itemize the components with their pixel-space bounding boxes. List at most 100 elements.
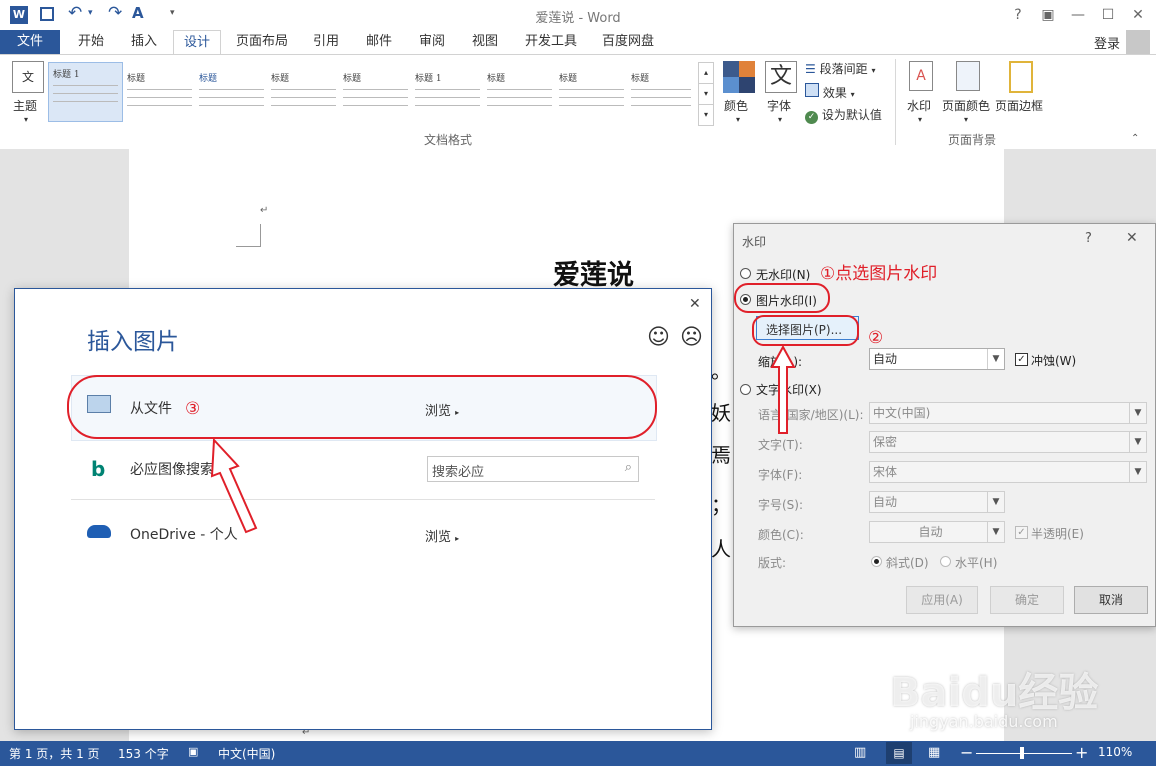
search-icon[interactable]: ⌕: [625, 460, 632, 475]
chevron-down-icon: ▾: [871, 66, 876, 75]
zoom-out-button[interactable]: −: [960, 743, 973, 762]
semitransparent-checkbox[interactable]: ✓: [1015, 526, 1028, 539]
text-label: 文字(T):: [758, 438, 803, 452]
ribbon-tabs: 文件 开始 插入 设计 页面布局 引用 邮件 审阅 视图 开发工具 百度网盘 登…: [0, 30, 1156, 56]
web-layout-icon[interactable]: ▦: [928, 745, 940, 760]
set-default-button[interactable]: ✓ 设为默认值: [805, 106, 882, 124]
word-count[interactable]: 153 个字: [118, 745, 169, 762]
collapse-ribbon-icon[interactable]: ⌃: [1131, 133, 1139, 144]
help-button[interactable]: ?: [1004, 4, 1032, 26]
read-mode-icon[interactable]: ▥: [854, 745, 866, 760]
ribbon-display-options-button[interactable]: ▣: [1034, 4, 1062, 26]
style-thumb[interactable]: 标题: [267, 67, 340, 125]
scale-value: 自动: [873, 352, 898, 366]
tab-baidu-netdisk[interactable]: 百度网盘: [592, 30, 664, 54]
page-count[interactable]: 第 1 页，共 1 页: [9, 745, 100, 762]
diagonal-label[interactable]: 斜式(D): [886, 554, 929, 571]
gallery-scroll-down-icon[interactable]: ▾: [698, 83, 714, 105]
paragraph-spacing-button[interactable]: ☰ 段落间距 ▾: [805, 60, 875, 77]
frown-icon[interactable]: ☹: [680, 325, 703, 350]
dialog-close-button[interactable]: ✕: [1126, 230, 1138, 246]
gallery-more-icon[interactable]: ▾: [698, 104, 714, 126]
page-color-button[interactable]: 页面颜色 ▾: [942, 59, 992, 129]
annotation-circle-1: [734, 283, 830, 313]
style-thumb[interactable]: 标题: [483, 67, 556, 125]
tab-references[interactable]: 引用: [303, 30, 349, 54]
smile-icon[interactable]: ☺: [647, 325, 670, 350]
washout-checkbox[interactable]: ✓: [1015, 353, 1028, 366]
onedrive-browse-link[interactable]: 浏览 ▸: [425, 526, 459, 545]
login-link[interactable]: 登录: [1094, 33, 1120, 52]
text-watermark-radio[interactable]: [740, 384, 751, 395]
tab-design[interactable]: 设计: [173, 30, 222, 56]
font-select[interactable]: 宋体 ▼: [869, 461, 1147, 483]
ok-button[interactable]: 确定: [990, 586, 1064, 614]
annotation-arrow-3: [210, 437, 258, 534]
tab-review[interactable]: 审阅: [409, 30, 455, 54]
maximize-button[interactable]: ☐: [1094, 4, 1122, 26]
proofing-icon[interactable]: ▣: [188, 745, 198, 758]
dialog-help-button[interactable]: ?: [1085, 231, 1092, 246]
watermark-icon: A: [909, 61, 933, 91]
text-select[interactable]: 保密 ▼: [869, 431, 1147, 453]
language-status[interactable]: 中文(中国): [218, 745, 275, 762]
avatar[interactable]: [1126, 30, 1150, 54]
cancel-button[interactable]: 取消: [1074, 586, 1148, 614]
tab-mailings[interactable]: 邮件: [356, 30, 402, 54]
print-layout-icon[interactable]: ▤: [886, 742, 912, 764]
title-bar: W ↶ ▾ ↷ A ▾ 爱莲说 - Word ? ▣ — ☐ ✕: [0, 0, 1156, 30]
style-thumb[interactable]: 标题: [123, 67, 196, 125]
chevron-down-icon: ▼: [987, 492, 1004, 512]
style-thumb[interactable]: 标题: [627, 67, 695, 125]
fonts-button[interactable]: 文 字体 ▾: [762, 59, 800, 129]
bing-search-input[interactable]: 搜索必应 ⌕: [427, 456, 639, 482]
text-value: 保密: [873, 435, 898, 449]
chevron-down-icon: ▼: [1129, 432, 1146, 452]
horizontal-label[interactable]: 水平(H): [955, 554, 997, 571]
gallery-scroll-up-icon[interactable]: ▴: [698, 62, 714, 84]
tab-insert[interactable]: 插入: [121, 30, 167, 54]
effects-button[interactable]: 效果 ▾: [805, 83, 855, 101]
horizontal-radio[interactable]: [940, 556, 951, 567]
size-select[interactable]: 自动 ▼: [869, 491, 1005, 513]
baidu-logo-text: Baidu经验: [890, 670, 1099, 716]
tab-view[interactable]: 视图: [462, 30, 508, 54]
scale-select[interactable]: 自动 ▼: [869, 348, 1005, 370]
style-thumb[interactable]: 标题: [339, 67, 412, 125]
zoom-level[interactable]: 110%: [1098, 745, 1132, 759]
theme-button[interactable]: 文 主题 ▾: [8, 59, 46, 129]
minimize-button[interactable]: —: [1064, 4, 1092, 26]
baidu-jingyan-watermark: Baidu经验 jingyan.baidu.com: [890, 660, 1120, 735]
no-watermark-label[interactable]: 无水印(N): [756, 266, 810, 283]
no-watermark-radio[interactable]: [740, 268, 751, 279]
tab-page-layout[interactable]: 页面布局: [226, 30, 298, 54]
document-text-fragment: ；: [711, 493, 731, 517]
apply-button[interactable]: 应用(A): [906, 586, 978, 614]
tab-file[interactable]: 文件: [0, 30, 60, 54]
language-select[interactable]: 中文(中国) ▼: [869, 402, 1147, 424]
annotation-circle-2: [752, 315, 859, 346]
washout-label[interactable]: 冲蚀(W): [1031, 352, 1076, 369]
watermark-button[interactable]: A 水印 ▾: [903, 59, 939, 129]
colors-button[interactable]: 颜色 ▾: [720, 59, 758, 129]
semitransparent-label[interactable]: 半透明(E): [1031, 525, 1084, 542]
diagonal-radio[interactable]: [871, 556, 882, 567]
document-text-fragment: 焉: [711, 443, 731, 467]
divider: [71, 499, 655, 500]
zoom-in-button[interactable]: +: [1075, 743, 1088, 762]
color-select[interactable]: 自动 ▼: [869, 521, 1005, 543]
style-thumb[interactable]: 标题: [195, 67, 268, 125]
close-button[interactable]: ✕: [1124, 4, 1152, 26]
style-thumb[interactable]: 标题 1: [48, 62, 123, 122]
style-thumb[interactable]: 标题: [555, 67, 628, 125]
style-thumb[interactable]: 标题 1: [411, 67, 484, 125]
page-border-label: 页面边框: [995, 99, 1044, 113]
zoom-slider-thumb[interactable]: [1020, 747, 1024, 759]
dialog-close-button[interactable]: ✕: [689, 296, 701, 312]
page-border-button[interactable]: 页面边框: [995, 59, 1045, 129]
tab-home[interactable]: 开始: [68, 30, 114, 54]
zoom-slider[interactable]: [976, 753, 1072, 754]
tab-developer[interactable]: 开发工具: [515, 30, 587, 54]
chevron-down-icon: ▾: [736, 115, 741, 124]
document-text-fragment: 。: [711, 359, 731, 383]
